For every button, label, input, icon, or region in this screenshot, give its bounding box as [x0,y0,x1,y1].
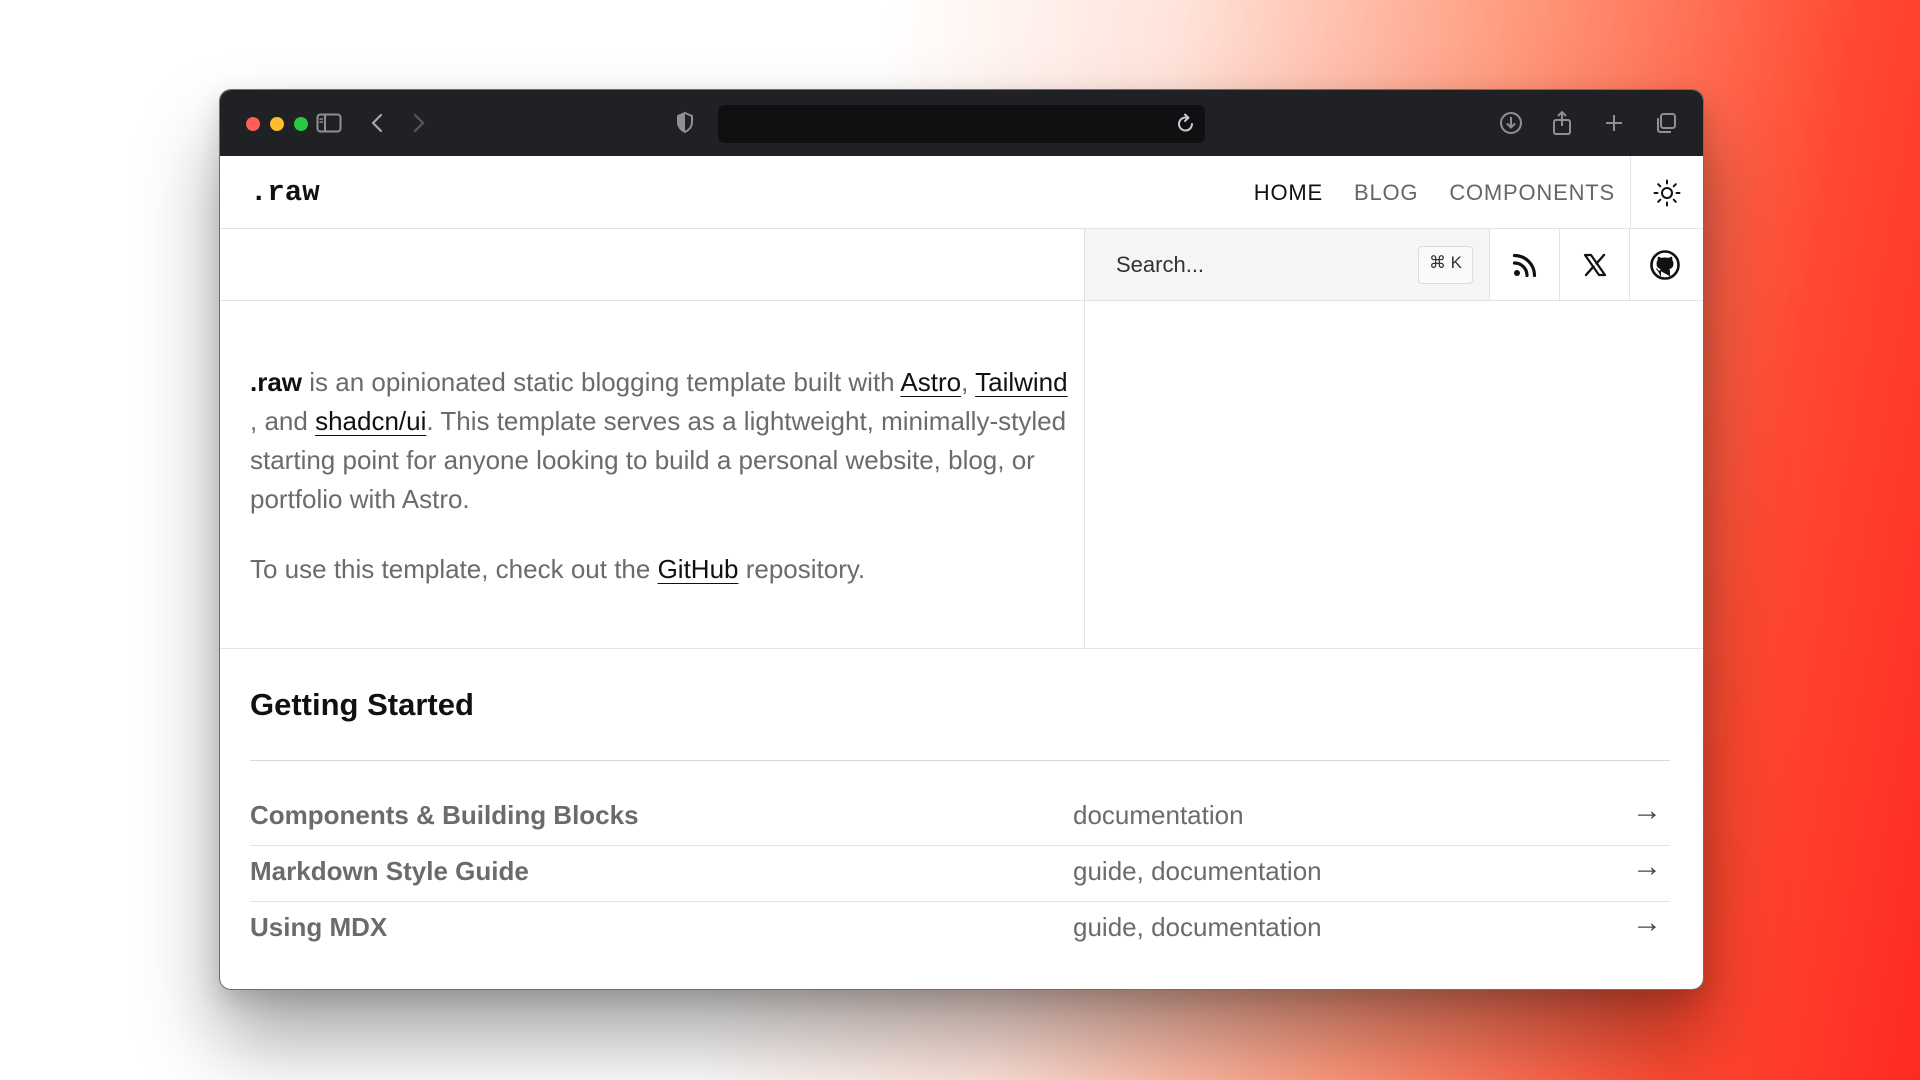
site-logo[interactable]: .raw [250,176,320,209]
arrow-right-icon: → [1632,794,1662,827]
shadcn-link[interactable]: shadcn/ui [315,406,426,436]
post-title: Components & Building Blocks [250,800,639,830]
github-button[interactable] [1629,229,1699,300]
post-title: Using MDX [250,912,388,942]
browser-window: .raw HOME BLOG COMPONENTS Search... ⌘ K [219,89,1704,990]
window-controls [246,117,308,131]
minimize-window-button[interactable] [270,117,284,131]
nav-components[interactable]: COMPONENTS [1449,180,1615,206]
search-input[interactable]: Search... ⌘ K [1084,229,1489,300]
sun-icon [1653,179,1681,206]
browser-toolbar [220,90,1703,156]
usage-text-before: To use this template, check out the [250,554,658,584]
column-divider [1084,301,1085,649]
getting-started-title: Getting Started [250,687,474,722]
usage-text-after: repository. [738,554,866,584]
intro-section: .raw is an opinionated static blogging t… [220,301,1703,649]
list-item[interactable]: Components & Building Blocks documentati… [250,790,1670,846]
search-placeholder: Search... [1116,252,1205,277]
intro-comma: , [961,367,969,397]
reload-icon[interactable] [1175,112,1197,141]
intro-text: .raw is an opinionated static blogging t… [250,363,1070,589]
rss-button[interactable] [1489,229,1559,300]
close-window-button[interactable] [246,117,260,131]
usage-paragraph: To use this template, check out the GitH… [250,550,1070,589]
section-divider [250,760,1670,761]
back-icon[interactable] [364,110,390,136]
forward-icon[interactable] [406,110,432,136]
zoom-window-button[interactable] [294,117,308,131]
sidebar-toggle-icon[interactable] [316,110,342,136]
nav-home[interactable]: HOME [1254,180,1323,206]
intro-brand: .raw [250,367,303,397]
github-link[interactable]: GitHub [658,554,739,584]
arrow-right-icon: → [1632,906,1662,939]
post-tags: guide, documentation [1073,912,1322,942]
tab-overview-icon[interactable] [1653,110,1679,136]
x-button[interactable] [1559,229,1629,300]
tailwind-link[interactable]: Tailwind [975,367,1068,397]
search-row: Search... ⌘ K [220,229,1703,301]
list-item[interactable]: Markdown Style Guide guide, documentatio… [250,846,1670,902]
share-icon[interactable] [1549,110,1575,136]
astro-link[interactable]: Astro [900,367,961,397]
post-title: Markdown Style Guide [250,856,529,886]
search-shortcut: ⌘ K [1417,246,1473,284]
theme-toggle-button[interactable] [1630,156,1703,229]
arrow-right-icon: → [1632,850,1662,883]
list-item[interactable]: Using MDX guide, documentation → [250,902,1670,958]
getting-started-list: Components & Building Blocks documentati… [250,790,1670,958]
intro-paragraph: .raw is an opinionated static blogging t… [250,363,1070,519]
rss-icon [1512,253,1536,277]
github-icon [1649,249,1680,280]
post-tags: documentation [1073,800,1244,830]
site-header: .raw HOME BLOG COMPONENTS [220,156,1703,229]
post-tags: guide, documentation [1073,856,1322,886]
downloads-icon[interactable] [1498,110,1524,136]
address-bar[interactable] [718,105,1205,143]
x-logo-icon [1583,253,1606,276]
intro-text-1: is an opinionated static blogging templa… [302,367,901,397]
new-tab-icon[interactable] [1601,110,1627,136]
main-nav: HOME BLOG COMPONENTS [1254,180,1615,206]
nav-blog[interactable]: BLOG [1354,180,1418,206]
privacy-shield-icon[interactable] [672,110,698,136]
intro-and: , and [250,406,316,436]
